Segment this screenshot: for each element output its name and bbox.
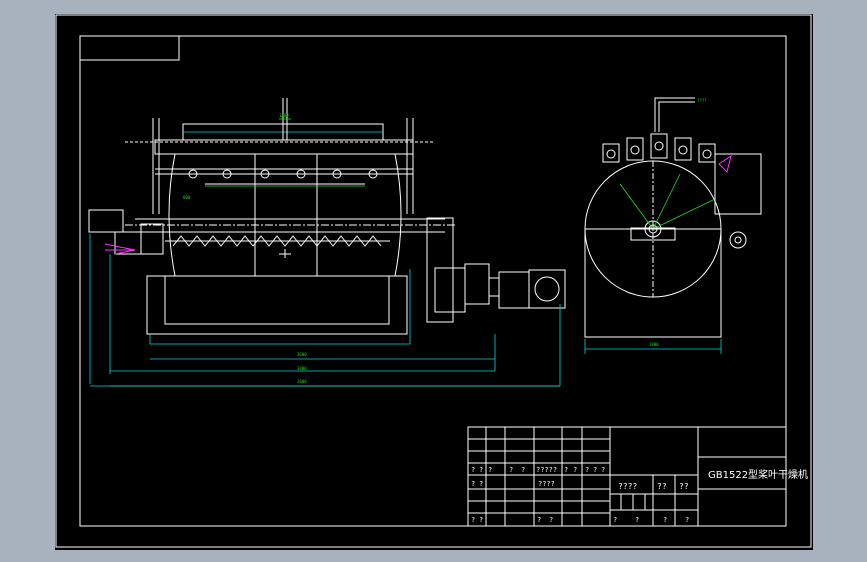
side-view	[584, 97, 762, 354]
tb-r3-c3: ??	[679, 482, 689, 491]
tb-r4-c5: ?	[613, 516, 617, 524]
tb-r3-c2: ??	[657, 482, 667, 491]
tb-r1-c11: ?	[601, 466, 605, 474]
tb-r4-c7: ?	[663, 516, 667, 524]
inner-frame	[79, 35, 787, 527]
tb-r4-c8: ?	[685, 516, 689, 524]
tb-r1-c4: ?	[509, 466, 513, 474]
tb-r4-c4: ?	[549, 516, 553, 524]
tb-r2-c3: ????	[538, 480, 555, 488]
tb-r1-c7: ?	[564, 466, 568, 474]
tb-r4-c1: ?	[471, 516, 475, 524]
side-dim-label: 1800	[649, 342, 659, 347]
tb-r1-c9: ?	[585, 466, 589, 474]
tb-r1-c10: ?	[593, 466, 597, 474]
drawing-title: GB1522型桨叶干燥机	[708, 468, 808, 481]
tb-r1-c6: ?????	[536, 466, 557, 474]
corner-box	[79, 35, 180, 61]
tb-r1-c1: ?	[471, 466, 475, 474]
tb-r1-c3: ?	[488, 466, 492, 474]
tb-r1-c2: ?	[479, 466, 483, 474]
tb-r4-c2: ?	[479, 516, 483, 524]
tb-r2-c2: ?	[479, 480, 483, 488]
tb-r1-c5: ?	[521, 466, 525, 474]
tb-r3-c1: ????	[618, 482, 637, 491]
dim-label-top: 1200	[279, 113, 289, 118]
tb-r4-c3: ?	[537, 516, 541, 524]
front-view	[88, 98, 566, 387]
drawing-sheet: 3600 3000 2800 1200 800 1800 ???? ? ? ? …	[55, 14, 813, 550]
tb-r2-c1: ?	[471, 480, 475, 488]
cad-drawing: 3600 3000 2800 1200 800 1800 ???? ? ? ? …	[55, 14, 812, 548]
dim-label-3: 2800	[297, 379, 307, 384]
dim-label-2: 3000	[297, 366, 307, 371]
pipe-note: ????	[697, 98, 707, 103]
tb-r1-c8: ?	[573, 466, 577, 474]
dim-label-1: 3600	[297, 352, 307, 357]
dim-label-left: 800	[183, 195, 191, 200]
tb-r4-c6: ?	[635, 516, 639, 524]
